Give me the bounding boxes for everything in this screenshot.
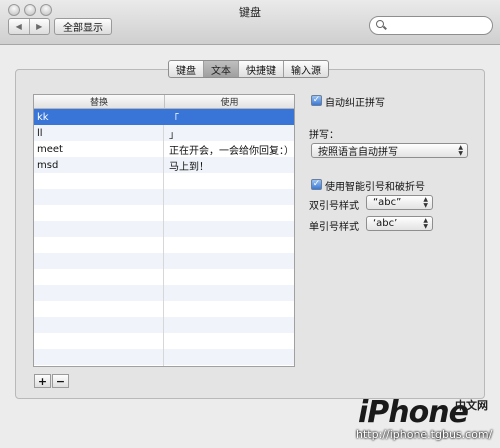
tab-text[interactable]: 文本	[203, 61, 238, 77]
popup-arrows-icon: ▲ ▼	[423, 196, 428, 209]
empty-row	[34, 285, 294, 301]
smart-quotes-checkbox[interactable]: ✓	[311, 179, 322, 190]
empty-row	[34, 301, 294, 317]
empty-row	[34, 173, 294, 189]
search-field[interactable]	[369, 16, 493, 35]
tab-bar: 键盘 文本 快捷键 输入源	[168, 60, 329, 78]
table-body: kk 「 ll 」 meet 正在开会，一会给你回复：） msd 马上到！	[34, 109, 294, 366]
empty-row	[34, 349, 294, 365]
single-quote-popup[interactable]: ‘abc’ ▲ ▼	[366, 216, 433, 231]
spelling-label: 拼写：	[309, 130, 339, 141]
empty-row	[34, 237, 294, 253]
empty-row	[34, 189, 294, 205]
watermark-logo: iPhone	[358, 395, 469, 430]
tab-input-sources[interactable]: 输入源	[283, 61, 328, 77]
watermark-cn-text: 中文网	[455, 399, 488, 412]
back-forward-control: ◀ ▶	[8, 18, 50, 35]
forward-icon[interactable]: ▶	[28, 19, 50, 34]
with-cell[interactable]: 「	[164, 109, 294, 125]
back-icon[interactable]: ◀	[9, 19, 29, 34]
single-quote-label: 单引号样式	[309, 222, 359, 233]
show-all-button[interactable]: 全部显示	[54, 18, 112, 35]
autocorrect-label[interactable]: 自动纠正拼写	[325, 94, 385, 109]
column-header-with[interactable]: 使用	[165, 95, 294, 108]
preferences-window: 键盘 ◀ ▶ 全部显示 键盘 文本 快捷键 输入源 替换 使用 kk 「 ll …	[0, 0, 500, 448]
double-quote-value: “abc”	[373, 197, 402, 208]
popup-arrows-icon: ▲ ▼	[458, 144, 463, 157]
popup-arrows-icon: ▲ ▼	[423, 217, 428, 230]
with-cell[interactable]: 」	[164, 125, 294, 141]
tab-keyboard[interactable]: 键盘	[169, 61, 203, 77]
table-row[interactable]: ll 」	[34, 125, 294, 141]
empty-row	[34, 205, 294, 221]
with-cell[interactable]: 马上到！	[164, 157, 294, 173]
replace-cell[interactable]: kk	[34, 109, 164, 125]
with-cell[interactable]: 正在开会，一会给你回复：）	[164, 141, 294, 157]
empty-row	[34, 221, 294, 237]
title-bar: 键盘 ◀ ▶ 全部显示	[0, 0, 500, 45]
replace-cell[interactable]: ll	[34, 125, 164, 141]
column-header-replace[interactable]: 替换	[34, 95, 165, 108]
watermark-url: http://iphone.tgbus.com/	[356, 428, 493, 441]
single-quote-value: ‘abc’	[373, 218, 398, 229]
autocorrect-checkbox[interactable]: ✓	[311, 95, 322, 106]
spelling-popup[interactable]: 按照语言自动拼写 ▲ ▼	[311, 143, 468, 158]
remove-button[interactable]: −	[52, 374, 69, 388]
text-replacement-table[interactable]: 替换 使用 kk 「 ll 」 meet 正在开会，一会给你回复：） msd 马…	[33, 94, 295, 367]
smart-quotes-label[interactable]: 使用智能引号和破折号	[325, 178, 425, 193]
table-row[interactable]: kk 「	[34, 109, 294, 125]
empty-row	[34, 253, 294, 269]
table-row[interactable]: meet 正在开会，一会给你回复：）	[34, 141, 294, 157]
replace-cell[interactable]: msd	[34, 157, 164, 173]
spelling-value: 按照语言自动拼写	[318, 147, 398, 158]
add-button[interactable]: +	[34, 374, 51, 388]
table-header: 替换 使用	[34, 95, 294, 109]
double-quote-popup[interactable]: “abc” ▲ ▼	[366, 195, 433, 210]
add-remove-controls: + −	[34, 374, 69, 388]
empty-row	[34, 317, 294, 333]
search-icon	[376, 20, 384, 28]
tab-shortcuts[interactable]: 快捷键	[238, 61, 283, 77]
double-quote-label: 双引号样式	[309, 201, 359, 212]
table-row[interactable]: msd 马上到！	[34, 157, 294, 173]
replace-cell[interactable]: meet	[34, 141, 164, 157]
empty-row	[34, 333, 294, 349]
empty-row	[34, 269, 294, 285]
empty-row	[34, 365, 294, 366]
